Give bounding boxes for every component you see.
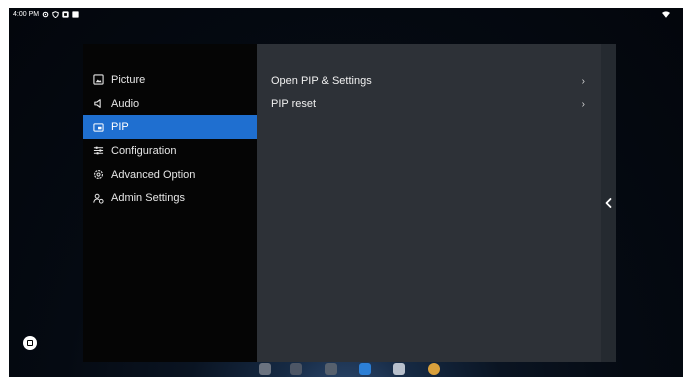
sidebar-item-advanced-option[interactable]: Advanced Option (83, 163, 257, 187)
advanced-option-icon (93, 169, 104, 180)
chevron-right-icon: › (581, 75, 585, 87)
screen: 4:00 PM Picture Audio PIP Configuration … (9, 8, 683, 377)
sidebar-item-configuration[interactable]: Configuration (83, 139, 257, 163)
camera-app-icon[interactable] (259, 363, 271, 375)
chevron-right-icon: › (581, 98, 585, 110)
settings-status-icon (42, 11, 49, 18)
sidebar-item-picture[interactable]: Picture (83, 68, 257, 92)
sidebar-menu: Picture Audio PIP Configuration Advanced… (83, 68, 257, 210)
side-rail (601, 44, 616, 362)
row-label: PIP reset (271, 98, 317, 110)
sidebar-item-audio[interactable]: Audio (83, 92, 257, 116)
collapse-panel-button[interactable] (604, 196, 613, 208)
sidebar-item-label: Advanced Option (111, 168, 196, 181)
sidebar-item-label: Picture (111, 73, 146, 86)
sidebar-item-pip[interactable]: PIP (83, 115, 257, 140)
pip-icon (93, 122, 104, 133)
admin-settings-icon (93, 193, 104, 204)
pip-reset-row[interactable]: PIP reset › (271, 94, 587, 114)
row-label: Open PIP & Settings (271, 75, 372, 87)
sidebar-item-admin-settings[interactable]: Admin Settings (83, 186, 257, 210)
folder-app-icon[interactable] (290, 363, 302, 375)
sidebar: Picture Audio PIP Configuration Advanced… (83, 44, 257, 362)
settings-app-icon[interactable] (325, 363, 337, 375)
sidebar-item-label: Admin Settings (111, 192, 185, 205)
open-pip-settings-row[interactable]: Open PIP & Settings › (271, 71, 587, 91)
settings-panel: Picture Audio PIP Configuration Advanced… (83, 44, 616, 362)
play-store-app-icon[interactable] (359, 363, 371, 375)
browser-app-icon[interactable] (428, 363, 440, 375)
audio-icon (93, 98, 104, 109)
sidebar-item-label: PIP (111, 121, 129, 134)
configuration-icon (93, 145, 104, 156)
sidebar-item-label: Configuration (111, 144, 177, 157)
app-dock (259, 363, 449, 377)
apps-grid-app-icon[interactable] (393, 363, 405, 375)
picture-icon (93, 74, 104, 85)
content-pane: Open PIP & Settings › PIP reset › (257, 44, 601, 362)
shield-status-icon (52, 11, 59, 19)
status-bar: 4:00 PM (9, 8, 683, 22)
status-time: 4:00 PM (13, 11, 40, 18)
sidebar-item-label: Audio (111, 97, 140, 110)
home-button[interactable] (23, 336, 37, 350)
square-status-icon (72, 11, 79, 18)
download-status-icon (62, 11, 69, 18)
wifi-icon (662, 11, 670, 18)
